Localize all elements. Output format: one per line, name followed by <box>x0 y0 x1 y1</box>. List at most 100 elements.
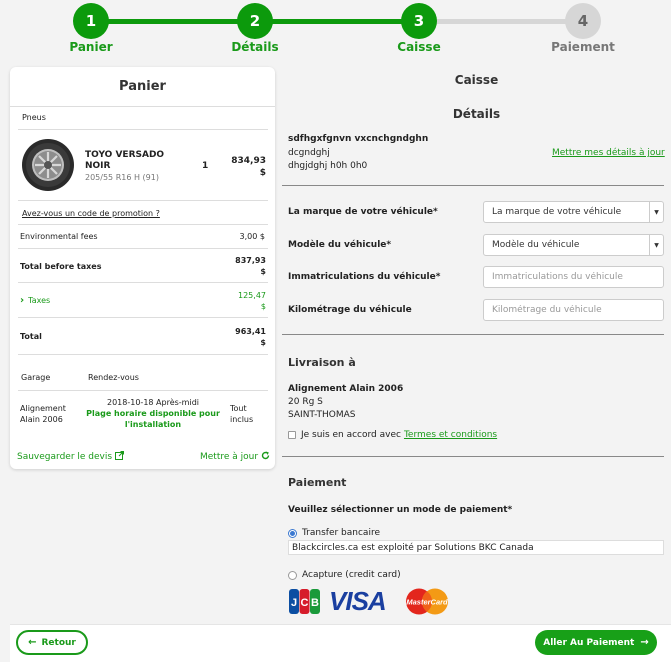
taxes-value: 125,47 $ <box>225 290 266 312</box>
payment-title: Paiement <box>288 476 347 489</box>
env-fees-label: Environmental fees <box>20 232 98 241</box>
vehicle-model-value: Modèle du véhicule <box>492 240 580 250</box>
radio-selected[interactable] <box>288 528 297 538</box>
total-before-taxes-currency: $ <box>260 267 266 276</box>
divider <box>18 282 268 283</box>
divider <box>18 390 268 391</box>
checkout-stepper: 1 Panier 2 Détails 3 Caisse 4 Paiement <box>0 0 671 62</box>
back-button[interactable]: ← Retour <box>16 630 88 655</box>
included-line2: inclus <box>230 415 254 424</box>
payment-option2-label: Acapture (credit card) <box>302 570 401 580</box>
included-note: Tout inclus <box>230 403 253 425</box>
step-3-circle: 3 <box>401 3 437 39</box>
go-to-payment-button[interactable]: Aller Au Paiement → <box>535 630 657 655</box>
step-4-label: Paiement <box>551 40 615 54</box>
mileage-input[interactable] <box>483 299 664 321</box>
arrow-left-icon: ← <box>28 637 37 648</box>
vehicle-brand-select[interactable]: La marque de votre véhicule ▼ <box>483 201 664 223</box>
svg-text:C: C <box>301 597 309 609</box>
customer-line2: dcgndghj <box>288 148 330 158</box>
customer-name: sdfhgxfgnvn vxcnchgndghn <box>288 134 429 144</box>
checkout-title: Caisse <box>454 73 499 87</box>
vehicle-brand-value: La marque de votre véhicule <box>492 207 622 217</box>
delivery-city: SAINT-THOMAS <box>288 410 356 420</box>
step-2-circle[interactable]: 2 <box>237 3 273 39</box>
details-title: Détails <box>452 107 501 121</box>
refresh-icon <box>261 451 270 463</box>
mastercard-logo-icon: MasterCard <box>405 588 449 615</box>
product-price-value: 834,93 <box>231 156 266 166</box>
taxes-currency: $ <box>260 302 266 311</box>
cart-title: Panier <box>119 79 166 94</box>
total-amount: 963,41 <box>235 327 266 336</box>
garage-name: Alignement Alain 2006 <box>20 403 66 425</box>
included-line1: Tout <box>230 404 247 413</box>
terms-checkbox[interactable] <box>288 431 296 439</box>
customer-line3: dhgjdghj h0h 0h0 <box>288 161 368 171</box>
terms-row: Je suis en accord avec Termes et conditi… <box>288 430 497 440</box>
product-quantity: 1 <box>202 161 209 171</box>
payment-option-credit-card[interactable]: Acapture (credit card) <box>288 570 401 580</box>
back-button-label: Retour <box>41 637 76 648</box>
jcb-logo-icon: J C B <box>289 589 320 614</box>
total-currency: $ <box>260 338 266 347</box>
mileage-label: Kilométrage du véhicule <box>288 305 412 315</box>
product-price-currency: $ <box>259 168 266 178</box>
save-quote-label: Sauvegarder le devis <box>17 452 113 462</box>
appointment-date: 2018-10-18 Après-midi <box>107 398 199 407</box>
dropdown-arrow-icon: ▼ <box>649 235 663 255</box>
dropdown-arrow-icon: ▼ <box>649 202 663 222</box>
registration-input[interactable] <box>483 266 664 288</box>
payment-option-bank-transfer[interactable]: Transfer bancaire <box>288 528 380 538</box>
save-quote-link[interactable]: Sauvegarder le devis <box>17 451 125 463</box>
divider <box>282 456 664 457</box>
divider <box>282 185 664 186</box>
garage-header: Garage <box>21 373 51 382</box>
cart-category: Pneus <box>22 113 46 122</box>
step-1-label[interactable]: Panier <box>31 40 151 54</box>
update-cart-link[interactable]: Mettre à jour <box>200 451 270 463</box>
step-4-circle: 4 <box>565 3 601 39</box>
divider <box>18 200 268 201</box>
tire-image <box>21 138 75 192</box>
step-2-label[interactable]: Détails <box>195 40 315 54</box>
payment-prompt: Veuillez sélectionner un mode de paiemen… <box>288 505 513 515</box>
vehicle-brand-label: La marque de votre véhicule* <box>288 207 438 217</box>
divider <box>282 334 664 335</box>
vehicle-model-select[interactable]: Modèle du véhicule ▼ <box>483 234 664 256</box>
garage-name-line2: Alain 2006 <box>20 415 63 424</box>
step-3-label: Caisse <box>397 40 441 54</box>
divider <box>18 224 268 225</box>
update-details-link[interactable]: Mettre mes détails à jour <box>552 148 665 158</box>
delivery-street: 20 Rg S <box>288 397 323 407</box>
svg-text:B: B <box>311 597 319 609</box>
product-name-line2: NOIR <box>85 161 111 171</box>
delivery-title: Livraison à <box>288 356 356 369</box>
total-before-taxes-value: 837,93 $ <box>225 255 266 277</box>
appointment-info: 2018-10-18 Après-midi Plage horaire disp… <box>82 397 224 430</box>
appointment-note-line2: l'installation <box>124 420 182 429</box>
rendezvous-header: Rendez-vous <box>88 373 139 382</box>
taxes-toggle[interactable]: › Taxes <box>20 295 50 306</box>
update-cart-label: Mettre à jour <box>200 452 259 462</box>
step-1-circle[interactable]: 1 <box>73 3 109 39</box>
delivery-name: Alignement Alain 2006 <box>288 384 404 394</box>
appointment-note-line1: Plage horaire disponible pour <box>86 409 220 418</box>
divider <box>18 317 268 318</box>
product-size: 205/55 R16 H (91) <box>85 173 159 182</box>
divider <box>18 129 268 130</box>
divider <box>18 354 268 355</box>
payment-option1-label: Transfer bancaire <box>302 528 380 538</box>
cart-summary-card: Panier Pneus TOYO VERSADO NOIR 205/55 R1… <box>10 67 275 469</box>
promo-code-link[interactable]: Avez-vous un code de promotion ? <box>22 209 160 218</box>
radio-unselected[interactable] <box>288 570 297 580</box>
registration-label: Immatriculations du véhicule* <box>288 272 441 282</box>
terms-prefix: Je suis en accord avec <box>301 430 401 440</box>
env-fees-value: 3,00 $ <box>239 232 265 241</box>
terms-link[interactable]: Termes et conditions <box>404 430 497 440</box>
share-icon <box>115 451 125 463</box>
svg-text:MasterCard: MasterCard <box>406 598 448 607</box>
go-to-payment-label: Aller Au Paiement <box>543 637 635 648</box>
svg-text:J: J <box>291 597 297 609</box>
product-name-line1: TOYO VERSADO <box>85 150 165 160</box>
